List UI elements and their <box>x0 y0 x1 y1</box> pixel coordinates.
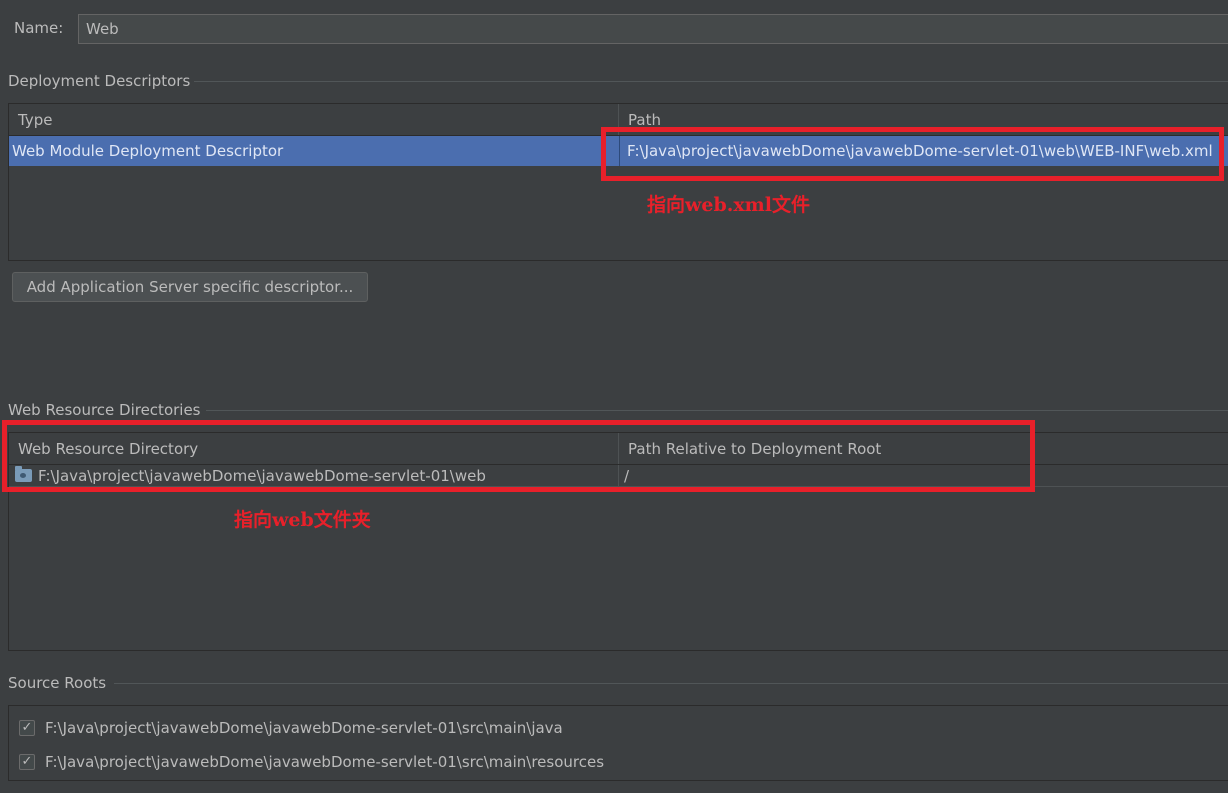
descriptor-path-cell[interactable]: F:\Java\project\javawebDome\javawebDome-… <box>619 136 1228 166</box>
web-resource-directories-title: Web Resource Directories <box>8 401 201 419</box>
table-header: Type Path <box>9 104 1228 136</box>
column-header-relative-path[interactable]: Path Relative to Deployment Root <box>619 433 1228 464</box>
column-header-path[interactable]: Path <box>619 104 1228 135</box>
descriptor-type-cell: Web Module Deployment Descriptor <box>12 142 284 160</box>
table-row[interactable]: Web Module Deployment Descriptor F:\Java… <box>9 136 1228 166</box>
resource-directory-path: F:\Java\project\javawebDome\javawebDome-… <box>38 467 486 485</box>
source-root-item[interactable]: ✓ F:\Java\project\javawebDome\javawebDom… <box>19 716 1228 740</box>
source-roots-separator <box>114 683 1228 684</box>
name-label: Name: <box>14 19 64 37</box>
table-header: Web Resource Directory Path Relative to … <box>9 433 1228 465</box>
annotation-note-webxml: 指向web.xml文件 <box>647 194 810 216</box>
source-roots-list: ✓ F:\Java\project\javawebDome\javawebDom… <box>8 705 1228 781</box>
relative-path-cell[interactable]: / <box>619 465 1228 486</box>
source-roots-title: Source Roots <box>8 674 107 692</box>
source-root-item[interactable]: ✓ F:\Java\project\javawebDome\javawebDom… <box>19 750 1228 774</box>
deployment-descriptors-separator <box>194 81 1228 82</box>
column-header-web-resource-directory[interactable]: Web Resource Directory <box>9 433 619 464</box>
resource-directory-cell: F:\Java\project\javawebDome\javawebDome-… <box>9 465 619 486</box>
annotation-note-webfolder: 指向web文件夹 <box>234 509 371 531</box>
source-root-path: F:\Java\project\javawebDome\javawebDome-… <box>45 753 605 771</box>
source-root-path: F:\Java\project\javawebDome\javawebDome-… <box>45 719 563 737</box>
deployment-descriptors-table: Type Path Web Module Deployment Descript… <box>8 103 1228 261</box>
web-resource-directories-separator <box>206 410 1228 411</box>
source-root-checkbox[interactable]: ✓ <box>19 754 35 770</box>
add-app-server-descriptor-button[interactable]: Add Application Server specific descript… <box>12 272 368 302</box>
name-input[interactable] <box>78 14 1228 44</box>
web-resource-directories-table: Web Resource Directory Path Relative to … <box>8 432 1228 651</box>
folder-icon <box>15 466 32 482</box>
deployment-descriptors-title: Deployment Descriptors <box>8 72 191 90</box>
table-row[interactable]: F:\Java\project\javawebDome\javawebDome-… <box>9 465 1228 487</box>
column-header-type[interactable]: Type <box>9 104 619 135</box>
source-root-checkbox[interactable]: ✓ <box>19 720 35 736</box>
